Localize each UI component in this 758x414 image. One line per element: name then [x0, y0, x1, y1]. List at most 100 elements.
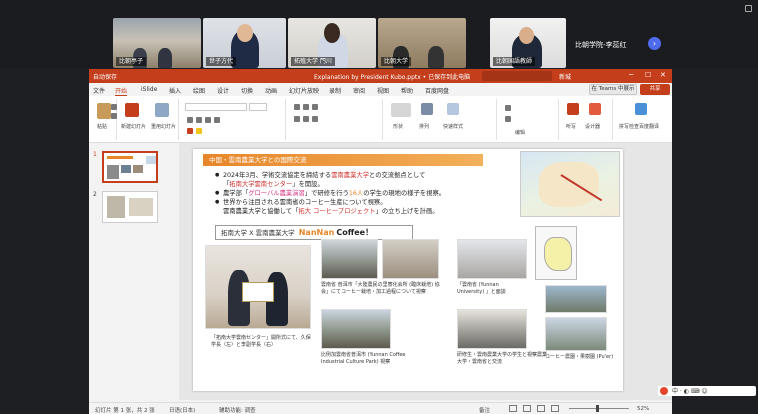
- industrial-park-photo[interactable]: [321, 309, 391, 349]
- yunnan-province-map[interactable]: [535, 226, 577, 280]
- slideshow-view-icon[interactable]: [551, 405, 559, 412]
- underline-icon[interactable]: [205, 117, 211, 123]
- bullet-text: 」を開設。: [292, 181, 324, 188]
- slide-thumbnail-1[interactable]: [102, 151, 158, 183]
- dictate-icon[interactable]: [567, 103, 579, 115]
- language-indicator[interactable]: 日语(日本): [169, 406, 195, 414]
- tab-view[interactable]: 视图: [377, 86, 389, 95]
- participant-face: [237, 24, 253, 42]
- slide-editor-canvas[interactable]: 中国・雲南農業大学との国際交流 2024年3月、学術交流協定を締結する雲南農業大…: [179, 143, 672, 400]
- replace-icon[interactable]: [505, 116, 511, 122]
- coffee-farm-photo-1[interactable]: [321, 239, 378, 279]
- zoom-slider[interactable]: [569, 408, 629, 409]
- notes-button[interactable]: 备注: [479, 406, 490, 414]
- maximize-icon[interactable]: ☐: [645, 71, 651, 79]
- slide[interactable]: 中国・雲南農業大学との国際交流 2024年3月、学術交流協定を締結する雲南農業大…: [193, 149, 623, 391]
- ime-toolbar[interactable]: 中 · ◐ ⌨ ☺: [658, 386, 756, 396]
- tab-baidu[interactable]: 百度网盘: [425, 86, 449, 95]
- tab-slideshow[interactable]: 幻灯片放映: [289, 86, 319, 95]
- editor-label: 编辑: [515, 130, 526, 136]
- bullet-text: 雲南農業大学と協働して「: [223, 208, 299, 215]
- video-tile-person-3[interactable]: 比朝国語教師: [490, 18, 566, 68]
- bullet-text: 世界から注目される雲南省のコーヒー生産について視察。: [223, 199, 387, 206]
- user-name[interactable]: 新城: [559, 72, 571, 81]
- quick-styles-icon[interactable]: [447, 103, 459, 115]
- landscape-photo-2[interactable]: [545, 317, 607, 351]
- highlight-text: 雲南農業大学: [331, 172, 369, 179]
- slide-header[interactable]: 中国・雲南農業大学との国際交流: [203, 154, 483, 166]
- video-tile-room-2[interactable]: 比朝大学: [378, 18, 466, 68]
- tab-insert[interactable]: 插入: [169, 86, 181, 95]
- search-box[interactable]: [482, 71, 552, 81]
- caption-landscape: コーヒー農園・果樹園 (Pu'er): [545, 354, 614, 360]
- sorter-view-icon[interactable]: [523, 405, 531, 412]
- cut-icon[interactable]: [111, 104, 117, 110]
- tab-islide[interactable]: iSlide: [141, 86, 157, 93]
- font-color-icon[interactable]: [187, 128, 193, 134]
- bullets-icon[interactable]: [294, 104, 300, 110]
- designer-icon[interactable]: [589, 103, 601, 115]
- italic-icon[interactable]: [196, 117, 202, 123]
- tab-help[interactable]: 帮助: [401, 86, 413, 95]
- slide-thumbnail-2[interactable]: [102, 191, 158, 223]
- font-size-select[interactable]: [249, 103, 267, 111]
- video-tile-room-1[interactable]: 比朝亭子: [113, 18, 201, 68]
- next-participants-button[interactable]: ›: [648, 37, 661, 50]
- china-japan-map[interactable]: [520, 151, 620, 217]
- ceremony-photo[interactable]: [205, 245, 311, 329]
- new-slide-icon[interactable]: [125, 103, 139, 117]
- arrange-label: 排列: [419, 124, 430, 130]
- dictate-label: 听写: [566, 124, 577, 130]
- bullet-text-box[interactable]: 2024年3月、学術交流協定を締結する雲南農業大学との交流拠点として 「拓南大学…: [215, 171, 515, 216]
- tab-file[interactable]: 文件: [93, 86, 105, 95]
- minimize-icon[interactable]: ─: [629, 71, 633, 79]
- slides-group: 新建幻灯片 重用幻灯片: [119, 99, 179, 140]
- accessibility-indicator[interactable]: 辅助功能: 调查: [219, 406, 256, 414]
- meeting-photo[interactable]: [457, 239, 527, 279]
- bold-icon[interactable]: [187, 117, 193, 123]
- copy-icon[interactable]: [111, 113, 117, 119]
- paste-icon[interactable]: [97, 103, 111, 119]
- highlight-icon[interactable]: [196, 128, 202, 134]
- strikethrough-icon[interactable]: [214, 117, 220, 123]
- tab-animations[interactable]: 动画: [265, 86, 277, 95]
- align-center-icon[interactable]: [303, 116, 309, 122]
- find-icon[interactable]: [505, 105, 511, 111]
- normal-view-icon[interactable]: [509, 405, 517, 412]
- present-in-teams-button[interactable]: 在 Teams 中展示: [589, 84, 637, 95]
- video-tile-person-2[interactable]: 拓殖大学 門川: [288, 18, 376, 68]
- numbering-icon[interactable]: [303, 104, 309, 110]
- share-button[interactable]: 共享: [640, 84, 670, 95]
- coffee-farm-photo-2[interactable]: [382, 239, 439, 279]
- zoom-level[interactable]: 52%: [637, 406, 649, 412]
- teams-video-strip: 比朝亭子 世子方代 拓殖大学 門川 比朝大学 比朝国語教師 比朝学院-李蕊红 ›: [0, 0, 758, 68]
- landscape-photo-1[interactable]: [545, 285, 607, 313]
- tab-review[interactable]: 审阅: [353, 86, 365, 95]
- autosave-toggle[interactable]: 自动保存: [93, 72, 117, 81]
- arrange-icon[interactable]: [421, 103, 433, 115]
- window-icon[interactable]: [745, 5, 752, 12]
- tab-transitions[interactable]: 切换: [241, 86, 253, 95]
- title-bar: 自动保存 Explanation by President Kubo.pptx …: [89, 69, 672, 83]
- tab-design[interactable]: 设计: [217, 86, 229, 95]
- tab-draw[interactable]: 绘图: [193, 86, 205, 95]
- align-right-icon[interactable]: [312, 116, 318, 122]
- tab-home[interactable]: 开始: [115, 86, 128, 96]
- shapes-icon[interactable]: [391, 103, 411, 117]
- reading-view-icon[interactable]: [537, 405, 545, 412]
- reuse-slides-icon[interactable]: [155, 103, 169, 117]
- thumb-photo: [133, 165, 143, 173]
- students-photo[interactable]: [457, 309, 527, 349]
- indent-icon[interactable]: [312, 104, 318, 110]
- close-icon[interactable]: ✕: [660, 71, 666, 79]
- thumb-photo: [107, 165, 119, 179]
- ime-mode-icon[interactable]: 中 · ◐ ⌨ ☺: [672, 386, 708, 395]
- nannan-coffee-banner[interactable]: 拓南大学 X 雲南農業大学 NanNan Coffee！: [215, 225, 413, 240]
- translate-icon[interactable]: [635, 103, 647, 115]
- font-family-select[interactable]: [185, 103, 247, 111]
- video-tile-person-1[interactable]: 世子方代: [203, 18, 286, 68]
- brand-nannan: NanNan: [298, 228, 335, 237]
- tab-record[interactable]: 录制: [329, 86, 341, 95]
- align-left-icon[interactable]: [294, 116, 300, 122]
- zoom-slider-handle[interactable]: [596, 405, 599, 412]
